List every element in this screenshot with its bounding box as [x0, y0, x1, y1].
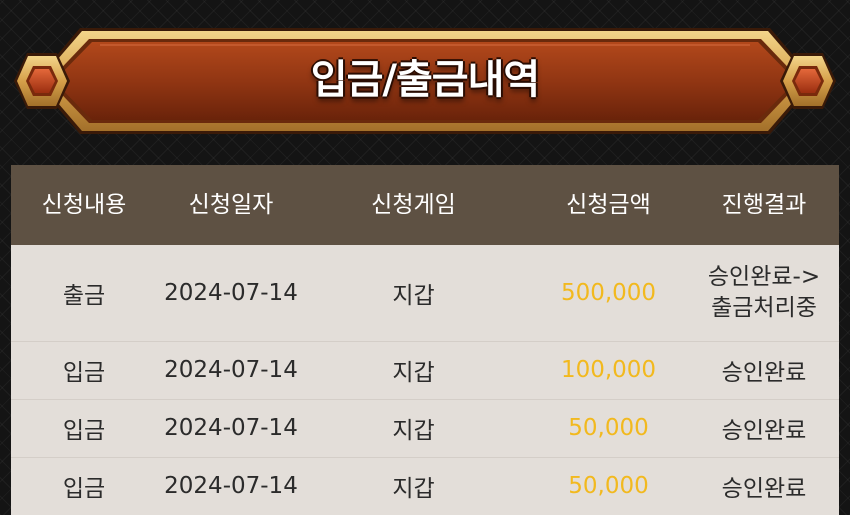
request-game-cell: 지갑: [392, 476, 435, 502]
request-type-cell: 입금: [62, 476, 106, 502]
result-line-2: 출금처리중: [711, 295, 817, 321]
result-line-1: 승인완료->: [707, 264, 821, 290]
request-amount-cell: 500,000: [560, 280, 657, 306]
header-progress-result: 진행결과: [721, 192, 807, 218]
request-game-cell: 지갑: [392, 283, 435, 309]
request-date-cell: 2024-07-14: [164, 415, 298, 441]
table-row: 입금 2024-07-14 지갑 100,000 승인완료: [11, 341, 839, 400]
title-banner: 입금/출금내역: [0, 0, 850, 160]
progress-result-cell: 승인완료: [721, 418, 807, 444]
progress-result-cell: 승인완료: [721, 360, 807, 386]
header-request-game: 신청게임: [371, 192, 456, 218]
header-request-date: 신청일자: [188, 192, 274, 218]
request-date-cell: 2024-07-14: [164, 473, 298, 499]
table-row: 입금 2024-07-14 지갑 50,000 승인완료: [11, 457, 839, 515]
progress-result-cell: 승인완료: [721, 476, 807, 502]
request-type-cell: 입금: [62, 418, 106, 444]
header-request-amount: 신청금액: [566, 192, 651, 218]
request-date-cell: 2024-07-14: [164, 357, 298, 383]
request-amount-cell: 100,000: [560, 357, 657, 383]
progress-result-cell: 승인완료-> 출금처리중: [699, 245, 829, 341]
request-amount-cell: 50,000: [568, 415, 649, 441]
request-type-cell: 입금: [62, 360, 106, 386]
page-title: 입금/출금내역: [310, 57, 540, 103]
request-date-cell: 2024-07-14: [164, 280, 298, 306]
table-header: 신청내용 신청일자 신청게임 신청금액 진행결과: [11, 165, 839, 245]
table-row: 출금 2024-07-14 지갑 500,000 승인완료-> 출금처리중: [11, 245, 839, 342]
request-game-cell: 지갑: [392, 418, 435, 444]
request-amount-cell: 50,000: [568, 473, 649, 499]
table-row: 입금 2024-07-14 지갑 50,000 승인완료: [11, 399, 839, 458]
request-type-cell: 출금: [62, 283, 106, 309]
request-game-cell: 지갑: [392, 360, 435, 386]
transaction-history-table: 신청내용 신청일자 신청게임 신청금액 진행결과 출금 2024-07-14 지…: [11, 165, 839, 515]
header-request-type: 신청내용: [41, 192, 127, 218]
